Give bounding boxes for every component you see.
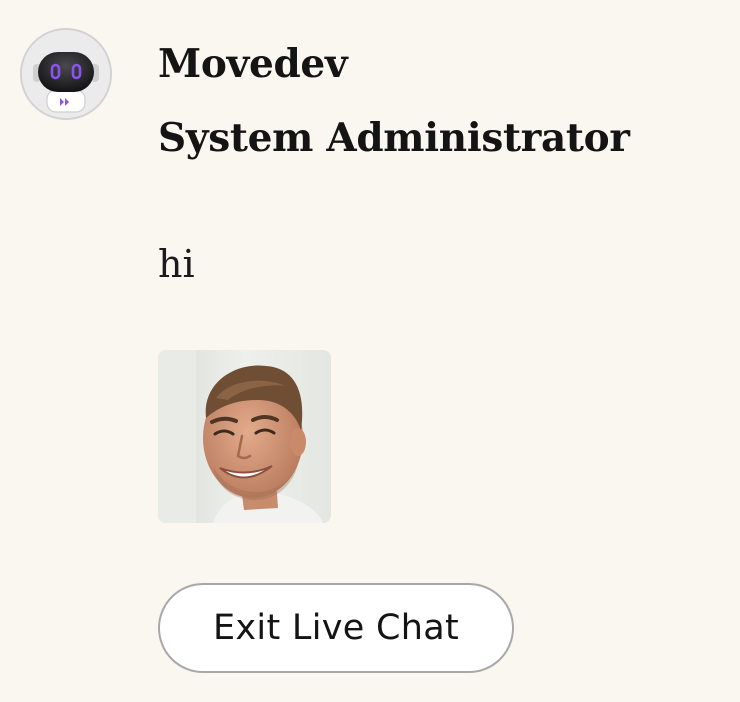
robot-icon [22, 30, 110, 118]
message-text: hi [158, 242, 195, 286]
bot-avatar [20, 28, 112, 120]
exit-live-chat-button[interactable]: Exit Live Chat [158, 583, 514, 673]
message-image[interactable] [158, 350, 331, 523]
sender-role: System Administrator [158, 115, 630, 161]
person-photo [158, 350, 331, 523]
sender-name: Movedev [158, 41, 348, 87]
